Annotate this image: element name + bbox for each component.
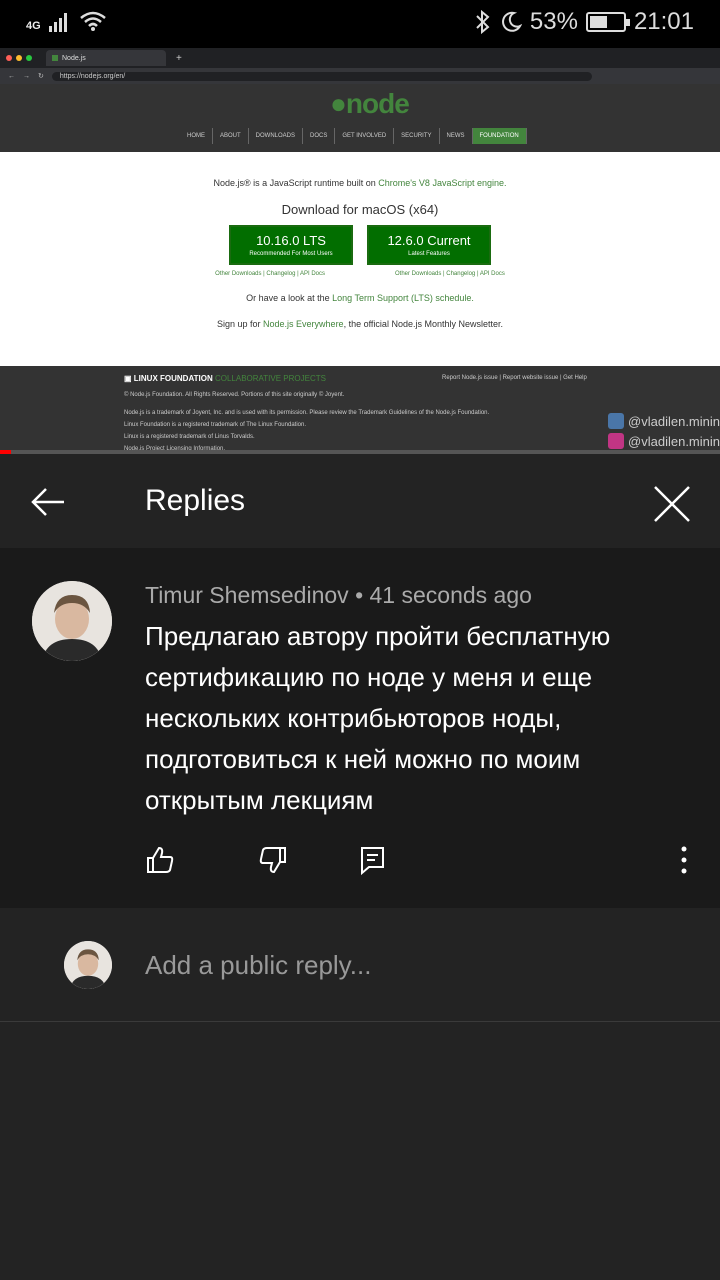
video-player[interactable]: Node.js + ← → ↻ https://nodejs.org/en/ ●… — [0, 48, 720, 454]
instagram-watermark: @vladilen.minin — [608, 433, 720, 449]
comment-time: 41 seconds ago — [369, 582, 532, 608]
comment-meta: Timur Shemsedinov • 41 seconds ago — [145, 582, 532, 609]
forward-nav-icon: → — [23, 72, 30, 80]
moon-icon — [502, 11, 522, 32]
reply-input[interactable] — [145, 950, 645, 981]
nodejs-nav-item: ABOUT — [213, 128, 249, 144]
nodejs-footer: ▣ LINUX FOUNDATION COLLABORATIVE PROJECT… — [0, 366, 720, 454]
status-bar: 4G 53% 21:01 — [0, 0, 720, 48]
lts-schedule-text: Or have a look at the Long Term Support … — [246, 293, 474, 303]
download-links: Other Downloads | Changelog | API Docs O… — [215, 271, 505, 277]
lts-download-button: 10.16.0 LTS Recommended For Most Users — [229, 225, 353, 265]
browser-url: https://nodejs.org/en/ — [51, 71, 592, 81]
wifi-icon — [79, 11, 106, 31]
reply-box — [0, 908, 720, 1022]
nodejs-main: Node.js® is a JavaScript runtime built o… — [0, 152, 720, 366]
comment-text: Предлагаю автору пройти бесплатную серти… — [145, 621, 611, 815]
close-window-dot — [6, 55, 12, 61]
comment: Timur Shemsedinov • 41 seconds ago Предл… — [0, 548, 720, 908]
replies-header: Replies — [0, 454, 720, 548]
nodejs-nav-item: HOME — [180, 128, 213, 144]
node-favicon-icon — [52, 55, 58, 61]
maximize-window-dot — [26, 55, 32, 61]
nodejs-logo: ●node — [330, 88, 410, 119]
nodejs-nav-item: DOCS — [303, 128, 336, 144]
like-icon[interactable] — [144, 844, 176, 876]
comment-author[interactable]: Timur Shemsedinov — [145, 582, 349, 608]
footer-line: Linux is a registered trademark of Linus… — [124, 434, 255, 440]
footer-line: © Node.js Foundation. All Rights Reserve… — [124, 392, 345, 398]
nodejs-nav-item: DOWNLOADS — [249, 128, 304, 144]
browser-address-bar: ← → ↻ https://nodejs.org/en/ — [0, 68, 720, 84]
meta-separator: • — [355, 582, 370, 608]
battery-level — [589, 16, 607, 28]
browser-tab-title: Node.js — [62, 54, 86, 62]
more-options-icon[interactable] — [668, 844, 700, 876]
bluetooth-icon — [476, 10, 490, 34]
footer-line: Linux Foundation is a registered tradema… — [124, 422, 306, 428]
browser-tab: Node.js — [46, 50, 166, 66]
nodejs-nav-item: SECURITY — [394, 128, 440, 144]
newsletter-text: Sign up for Node.js Everywhere, the offi… — [217, 319, 503, 329]
back-nav-icon: ← — [8, 72, 15, 80]
author-avatar[interactable] — [32, 581, 112, 661]
browser-tab-strip: Node.js + — [0, 48, 720, 68]
new-tab-icon: + — [176, 52, 182, 64]
vk-icon — [608, 413, 625, 429]
battery-icon — [585, 12, 630, 32]
dislike-icon[interactable] — [257, 844, 289, 876]
nodejs-nav-item: GET INVOLVED — [335, 128, 395, 144]
nodejs-nav: HOME ABOUT DOWNLOADS DOCS GET INVOLVED SECURI… — [180, 128, 527, 144]
signal-icon — [48, 13, 67, 32]
instagram-icon — [608, 433, 625, 449]
user-avatar — [64, 941, 112, 989]
replies-title: Replies — [145, 484, 246, 517]
footer-line: Node.js is a trademark of Joyent, Inc. a… — [124, 410, 490, 416]
reload-icon: ↻ — [38, 73, 44, 80]
nodejs-site-header: ●node HOME ABOUT DOWNLOADS DOCS GET INVOLVED… — [0, 84, 720, 152]
battery-percent: 53% — [529, 8, 578, 35]
vk-watermark: @vladilen.minin — [608, 413, 720, 429]
current-download-button: 12.6.0 Current Latest Features — [367, 225, 491, 265]
download-title: Download for macOS (x64) — [281, 202, 439, 217]
clock: 21:01 — [633, 8, 694, 35]
network-type: 4G — [26, 20, 41, 32]
minimize-window-dot — [16, 55, 22, 61]
nodejs-intro: Node.js® is a JavaScript runtime built o… — [213, 178, 507, 188]
back-arrow-icon[interactable] — [28, 482, 68, 522]
close-icon[interactable] — [650, 482, 694, 526]
reply-comment-icon[interactable] — [356, 844, 388, 876]
linux-foundation-logo: ▣ LINUX FOUNDATION COLLABORATIVE PROJECT… — [124, 374, 326, 383]
nodejs-nav-item: FOUNDATION — [472, 128, 527, 144]
nodejs-nav-item: NEWS — [440, 128, 473, 144]
footer-report-links: Report Node.js issue | Report website is… — [442, 375, 587, 381]
